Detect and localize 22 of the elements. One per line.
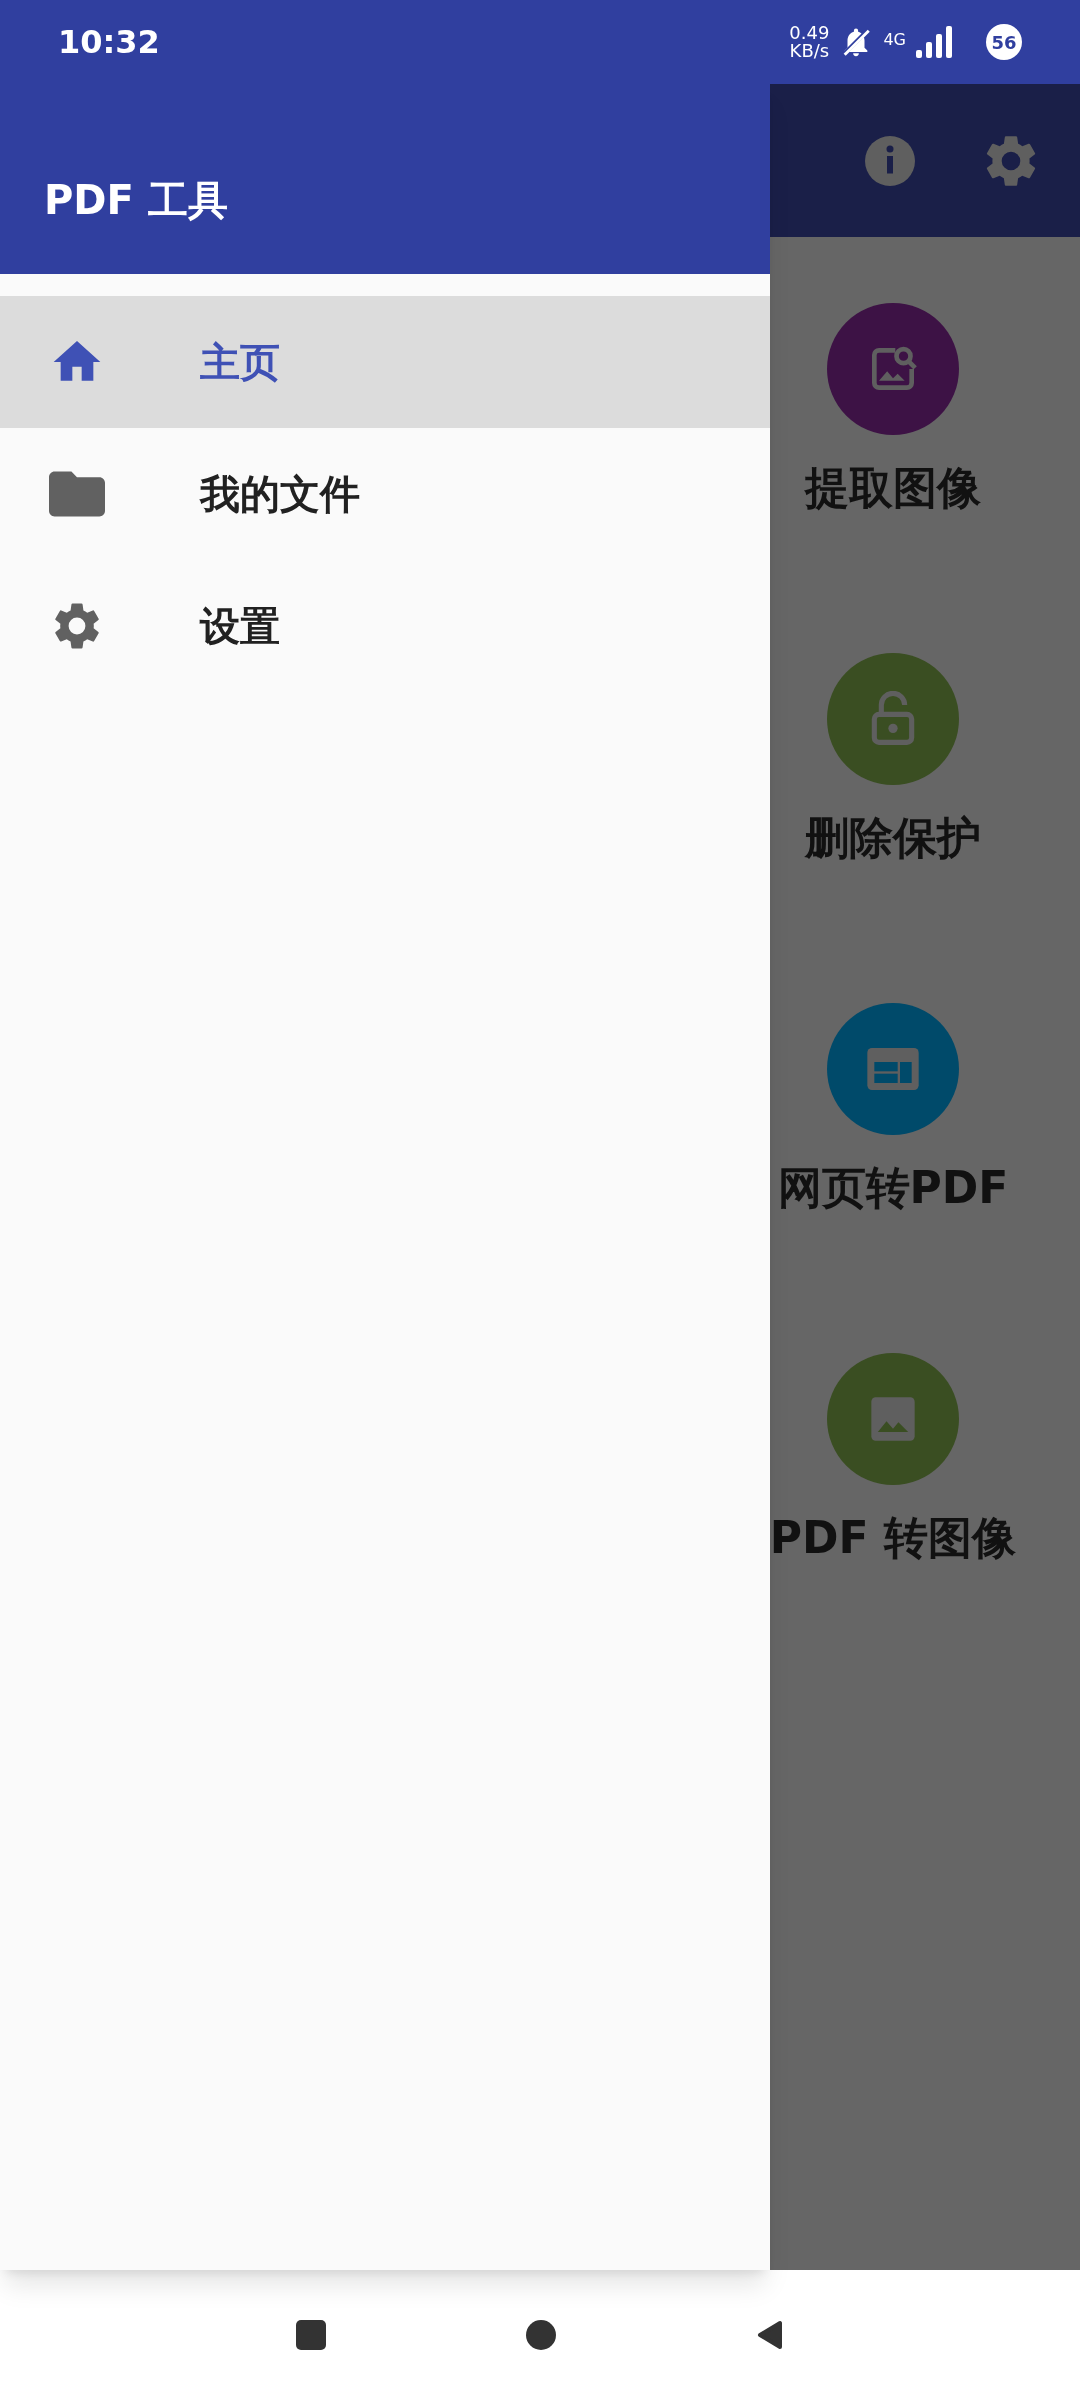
signal-icon: [916, 26, 952, 58]
drawer-item-label: 主页: [200, 338, 280, 387]
web-page-icon: [864, 1045, 921, 1093]
net-speed-unit: KB/s: [789, 42, 830, 60]
tool-label: PDF 转图像: [769, 1511, 1016, 1565]
status-time: 10:32: [58, 22, 160, 63]
drawer-item[interactable]: 主页: [0, 296, 770, 428]
drawer-item-label: 我的文件: [200, 470, 360, 519]
drawer-item-label: 设置: [200, 602, 280, 651]
net-speed-value: 0.49: [789, 24, 830, 42]
recents-button[interactable]: [296, 2320, 326, 2350]
back-button[interactable]: [756, 2320, 784, 2350]
network-type: 4G: [883, 29, 906, 51]
folder-icon: [49, 471, 105, 517]
home-button[interactable]: [526, 2320, 556, 2350]
tool-label: 网页转PDF: [777, 1161, 1009, 1215]
tool-label: 提取图像: [804, 461, 981, 515]
tool-label: 删除保护: [804, 811, 981, 865]
drawer-title: PDF 工具: [44, 176, 228, 225]
battery-level: 56: [986, 24, 1022, 60]
drawer-item[interactable]: 设置: [0, 560, 770, 692]
drawer-item[interactable]: 我的文件: [0, 428, 770, 560]
